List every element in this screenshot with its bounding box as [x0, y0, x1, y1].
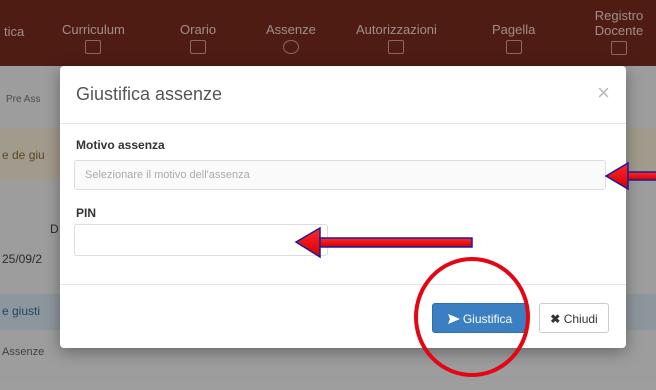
close-label: Chiudi	[563, 312, 598, 326]
reason-select[interactable]: Selezionare il motivo dell'assenza	[74, 160, 606, 190]
pin-label: PIN	[76, 206, 97, 220]
justify-absences-modal: Giustifica assenze × Motivo assenza Sele…	[60, 66, 626, 348]
close-button[interactable]: ✖ Chiudi	[539, 303, 609, 333]
paper-plane-icon	[447, 314, 460, 324]
close-x-icon: ✖	[550, 312, 561, 326]
reason-placeholder: Selezionare il motivo dell'assenza	[85, 169, 250, 181]
modal-footer: Giustifica ✖ Chiudi	[60, 284, 626, 349]
modal-title: Giustifica assenze	[76, 84, 223, 104]
reason-label: Motivo assenza	[76, 138, 165, 152]
justify-label: Giustifica	[462, 312, 513, 326]
close-icon[interactable]: ×	[597, 80, 610, 106]
justify-button[interactable]: Giustifica	[432, 303, 528, 333]
pin-input[interactable]	[74, 224, 328, 256]
modal-header: Giustifica assenze ×	[60, 66, 626, 124]
